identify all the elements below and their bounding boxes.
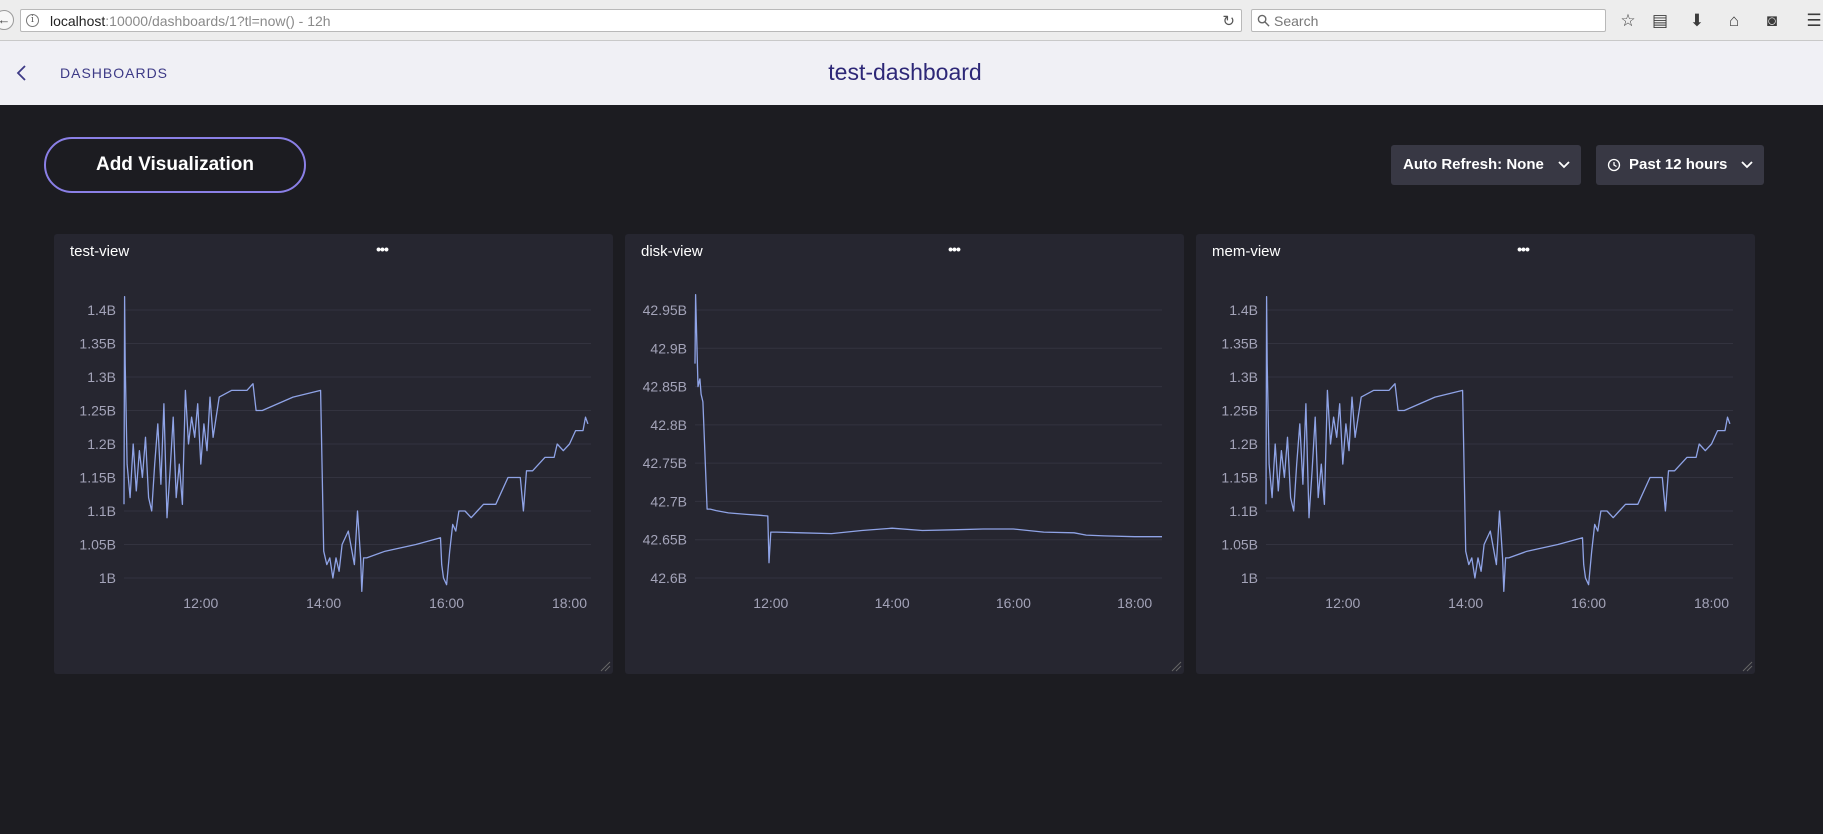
y-tick-label: 1.35B [1221, 336, 1258, 352]
panel-title: test-view [70, 243, 130, 260]
y-tick-label: 1.05B [79, 537, 116, 553]
browser-toolbar: ← i localhost:10000/dashboards/1?tl=now(… [0, 0, 1823, 41]
x-tick-label: 12:00 [183, 595, 218, 611]
pocket-icon[interactable]: ◙ [1762, 11, 1782, 31]
address-bar[interactable]: i localhost:10000/dashboards/1?tl=now() … [20, 9, 1242, 32]
resize-handle-icon[interactable] [1741, 660, 1753, 672]
reload-icon[interactable]: ↻ [1222, 12, 1235, 30]
y-tick-label: 1.25B [1221, 403, 1258, 419]
y-tick-label: 1.1B [1229, 503, 1258, 519]
time-range-dropdown[interactable]: Past 12 hours [1596, 145, 1764, 185]
chevron-down-icon [1558, 161, 1570, 169]
y-tick-label: 42.7B [650, 493, 687, 509]
y-tick-label: 42.65B [643, 532, 687, 548]
x-tick-label: 18:00 [1117, 595, 1152, 611]
panel-menu-icon[interactable]: ••• [1511, 242, 1535, 260]
y-tick-label: 42.85B [643, 379, 687, 395]
y-tick-label: 1.2B [1229, 436, 1258, 452]
chevron-down-icon [1741, 161, 1753, 169]
y-tick-label: 42.6B [650, 570, 687, 586]
search-input[interactable] [1274, 11, 1594, 30]
x-tick-label: 14:00 [875, 595, 910, 611]
panel-test-view[interactable]: test-view ••• 1B 1.05B 1.1B 1.15B 1.2B 1.25B 1… [54, 234, 613, 674]
y-tick-label: 42.75B [643, 455, 687, 471]
auto-refresh-dropdown[interactable]: Auto Refresh: None [1391, 145, 1581, 185]
auto-refresh-label: Auto Refresh: None [1403, 156, 1544, 173]
url-text[interactable]: localhost:10000/dashboards/1?tl=now() - … [50, 13, 331, 29]
reading-list-icon[interactable]: ▤ [1650, 11, 1670, 31]
y-tick-label: 1.15B [1221, 470, 1258, 486]
y-tick-label: 1B [99, 570, 116, 586]
y-tick-label: 42.9B [650, 340, 687, 356]
y-tick-label: 1.05B [1221, 537, 1258, 553]
panel-title: disk-view [641, 243, 703, 260]
menu-icon[interactable]: ☰ [1804, 11, 1823, 31]
x-tick-label: 16:00 [1571, 595, 1606, 611]
x-tick-label: 18:00 [552, 595, 587, 611]
add-visualization-button[interactable]: Add Visualization [44, 137, 306, 193]
app-header: DASHBOARDS test-dashboard [0, 41, 1823, 105]
series-line [694, 294, 1162, 564]
y-tick-label: 1.4B [1229, 302, 1258, 318]
panel-menu-icon[interactable]: ••• [942, 242, 966, 260]
x-tick-label: 18:00 [1694, 595, 1729, 611]
download-icon[interactable]: ⬇ [1687, 11, 1707, 31]
y-tick-label: 1.25B [79, 403, 116, 419]
line-chart: 1B 1.05B 1.1B 1.15B 1.2B 1.25B 1.3B 1.35B 1.4B 12… [1221, 295, 1733, 611]
y-tick-label: 1.2B [87, 436, 116, 452]
x-tick-label: 12:00 [1325, 595, 1360, 611]
y-tick-label: 1.4B [87, 302, 116, 318]
panel-menu-icon[interactable]: ••• [370, 242, 394, 260]
url-path: :10000/dashboards/1?tl=now() - 12h [105, 13, 331, 29]
x-tick-label: 14:00 [1448, 595, 1483, 611]
clock-icon [1607, 158, 1621, 172]
browser-search-box[interactable] [1251, 9, 1606, 32]
y-tick-label: 1.1B [87, 503, 116, 519]
x-tick-label: 16:00 [429, 595, 464, 611]
x-tick-label: 12:00 [753, 595, 788, 611]
resize-handle-icon[interactable] [1170, 660, 1182, 672]
y-tick-label: 1.3B [87, 369, 116, 385]
bookmark-star-icon[interactable]: ☆ [1618, 11, 1638, 31]
info-icon[interactable]: i [26, 14, 39, 27]
y-tick-label: 1.3B [1229, 369, 1258, 385]
panel-title: mem-view [1212, 243, 1281, 260]
line-chart: 1B 1.05B 1.1B 1.15B 1.2B 1.25B 1.3B 1.35B 1.4B 12… [79, 295, 591, 611]
y-tick-label: 42.95B [643, 302, 687, 318]
line-chart: 42.6B 42.65B 42.7B 42.75B 42.8B 42.85B 42.9B 42… [643, 294, 1162, 611]
x-tick-label: 16:00 [996, 595, 1031, 611]
search-icon [1257, 14, 1270, 27]
y-tick-label: 1.15B [79, 470, 116, 486]
url-host: localhost [50, 13, 106, 29]
browser-back-icon[interactable]: ← [0, 10, 14, 30]
y-tick-label: 1.35B [79, 336, 116, 352]
y-tick-label: 42.8B [650, 417, 687, 433]
panel-mem-view[interactable]: mem-view ••• 1B 1.05B 1.1B 1.15B 1.2B 1.25B 1.… [1196, 234, 1755, 674]
home-icon[interactable]: ⌂ [1724, 11, 1744, 31]
resize-handle-icon[interactable] [599, 660, 611, 672]
time-range-label: Past 12 hours [1629, 156, 1728, 173]
y-tick-label: 1B [1241, 570, 1258, 586]
panel-disk-view[interactable]: disk-view ••• 42.6B 42.65B 42.7B 42.75B 42.8… [625, 234, 1184, 674]
page-title: test-dashboard [828, 59, 982, 85]
x-tick-label: 14:00 [306, 595, 341, 611]
